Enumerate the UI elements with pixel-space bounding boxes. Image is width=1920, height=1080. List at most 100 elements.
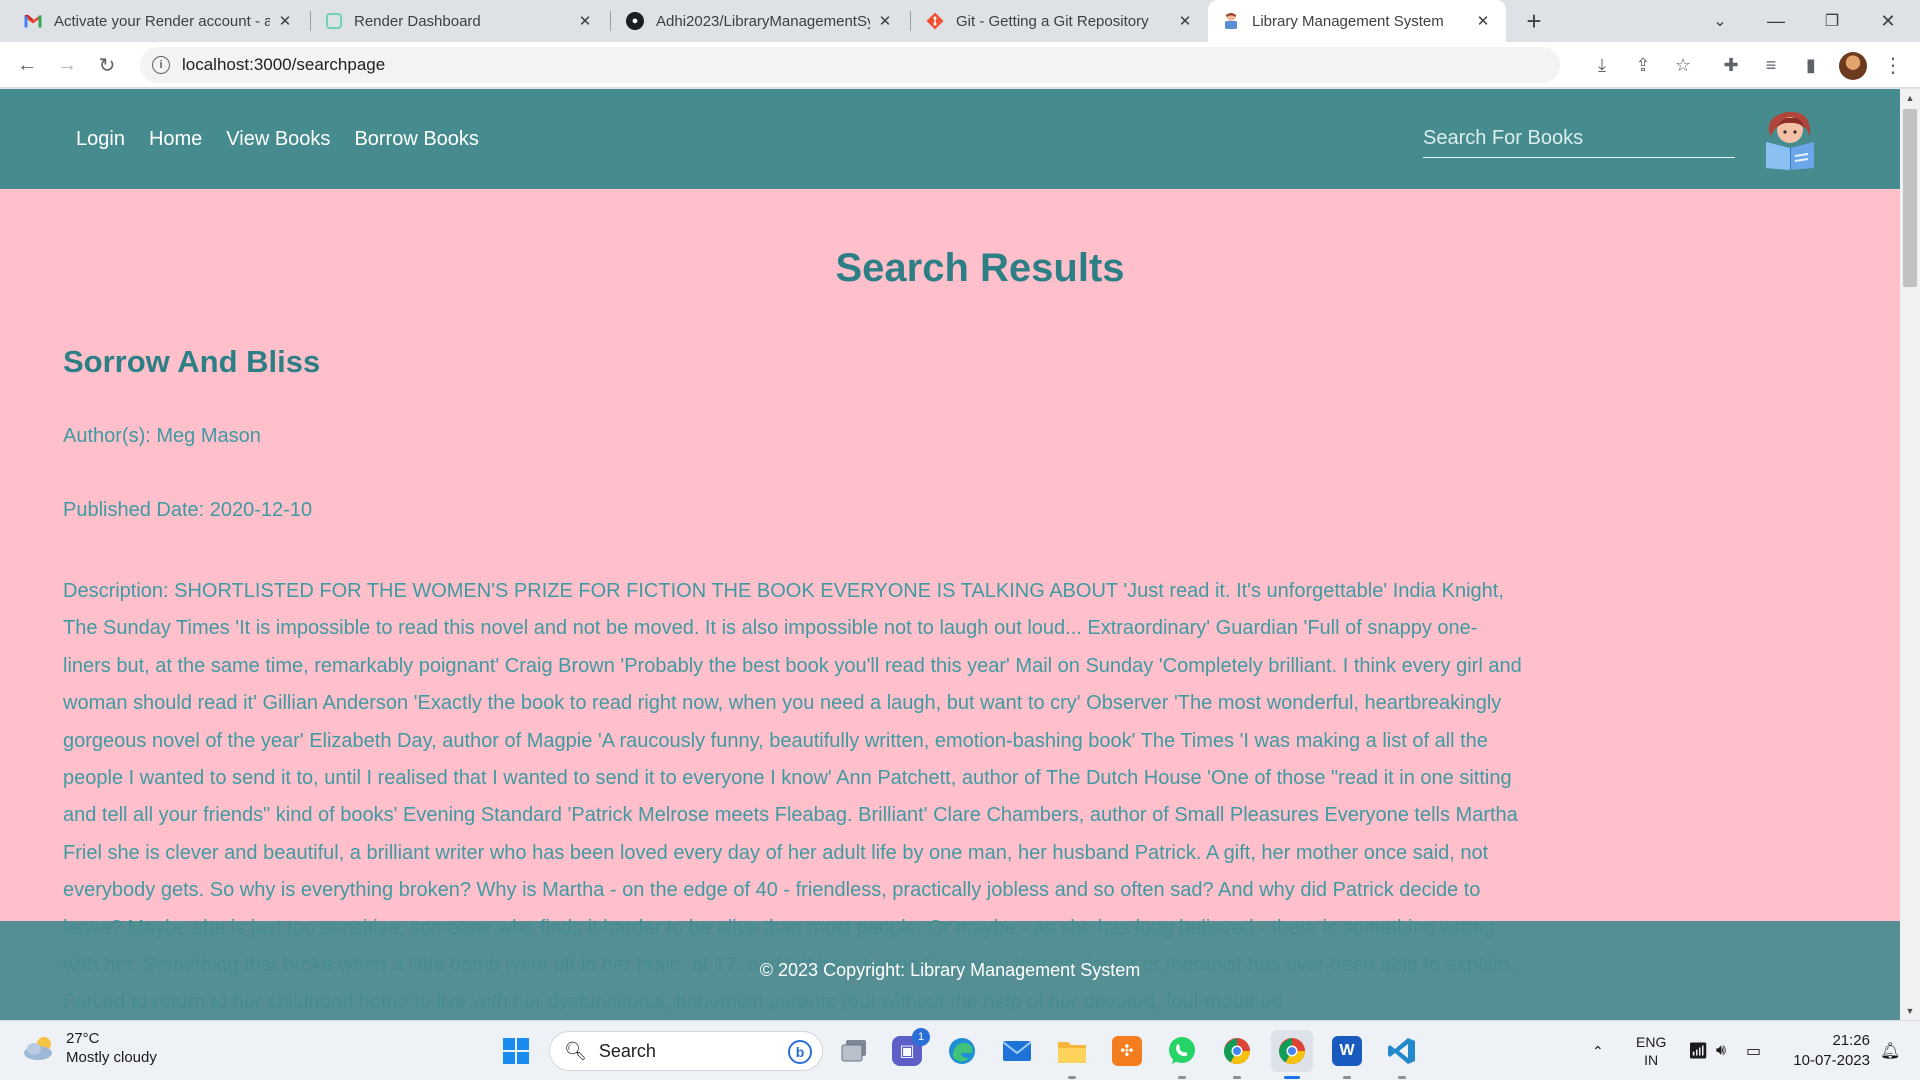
running-indicator bbox=[1233, 1076, 1241, 1079]
address-url: localhost:3000/searchpage bbox=[182, 55, 386, 74]
tab-separator bbox=[310, 11, 311, 31]
tab-gmail[interactable]: Activate your Render account - a ✕ bbox=[10, 0, 308, 42]
reload-icon[interactable]: ↻ bbox=[90, 48, 124, 82]
tab-render-dashboard[interactable]: Render Dashboard ✕ bbox=[312, 0, 608, 42]
nav-links: Login Home View Books Borrow Books bbox=[64, 89, 491, 189]
reader-logo-icon[interactable] bbox=[1760, 106, 1820, 170]
taskbar-search-label: Search bbox=[598, 1040, 656, 1061]
running-indicator bbox=[1343, 1076, 1351, 1079]
nav-borrow-books-link[interactable]: Borrow Books bbox=[354, 128, 479, 151]
back-arrow-icon[interactable]: ← bbox=[10, 48, 44, 82]
address-bar[interactable]: i localhost:3000/searchpage bbox=[140, 47, 1560, 83]
page-scrollbar[interactable]: ▲ ▼ bbox=[1900, 89, 1920, 1020]
tab-separator bbox=[910, 11, 911, 31]
tab-title: Library Management System bbox=[1252, 12, 1444, 30]
tab-title: Activate your Render account - a bbox=[54, 12, 270, 30]
whatsapp-icon[interactable] bbox=[1161, 1030, 1203, 1072]
clock-date: 10-07-2023 bbox=[1793, 1052, 1870, 1069]
running-indicator bbox=[1068, 1076, 1076, 1079]
wifi-icon[interactable]: 📶︎ bbox=[1688, 1021, 1708, 1080]
notifications-bell-icon[interactable]: 🔔︎ bbox=[1880, 1021, 1900, 1080]
book-published-date: Published Date: 2020-12-10 bbox=[63, 499, 313, 521]
new-tab-button[interactable]: + bbox=[1518, 5, 1550, 37]
browser-toolbar: ← → ↻ i localhost:3000/searchpage ⤓ ⇪ ☆ … bbox=[0, 42, 1920, 88]
mail-icon[interactable] bbox=[996, 1030, 1038, 1072]
weather-widget[interactable]: 27°C Mostly cloudy bbox=[22, 1029, 157, 1067]
scrollbar-thumb[interactable] bbox=[1903, 109, 1917, 287]
taskbar-search-box[interactable]: 🔍︎ Search b bbox=[549, 1031, 823, 1071]
search-icon: 🔍︎ bbox=[564, 1040, 587, 1061]
restore-icon[interactable]: ❐ bbox=[1804, 0, 1860, 42]
library-icon bbox=[1222, 12, 1240, 30]
close-icon[interactable]: ✕ bbox=[576, 12, 594, 30]
edge-browser-icon[interactable] bbox=[941, 1030, 983, 1072]
book-authors: Author(s): Meg Mason bbox=[63, 425, 261, 447]
scroll-down-icon[interactable]: ▼ bbox=[1905, 1006, 1915, 1016]
tab-git[interactable]: Git - Getting a Git Repository ✕ bbox=[912, 0, 1208, 42]
close-icon[interactable]: ✕ bbox=[1176, 12, 1194, 30]
render-icon bbox=[326, 13, 342, 29]
tab-title: Git - Getting a Git Repository bbox=[956, 12, 1149, 30]
nav-login-link[interactable]: Login bbox=[76, 128, 125, 151]
gmail-icon bbox=[24, 12, 42, 30]
start-windows-icon[interactable] bbox=[495, 1030, 537, 1072]
browser-tab-strip: Activate your Render account - a ✕ Rende… bbox=[0, 0, 1920, 42]
book-title: Sorrow And Bliss bbox=[63, 344, 321, 379]
site-navbar: Login Home View Books Borrow Books bbox=[0, 89, 1900, 189]
battery-icon[interactable]: ▭ bbox=[1746, 1021, 1761, 1080]
cloudy-weather-icon bbox=[24, 1037, 52, 1060]
teams-badge: 1 bbox=[912, 1028, 930, 1046]
tab-search-chevron-icon[interactable]: ⌄ bbox=[1692, 0, 1748, 42]
footer-copyright: © 2023 Copyright: Library Management Sys… bbox=[759, 960, 1141, 980]
close-icon[interactable]: ✕ bbox=[276, 12, 294, 30]
extensions-puzzle-icon[interactable]: ✚ bbox=[1716, 50, 1746, 80]
share-icon[interactable]: ⇪ bbox=[1628, 50, 1658, 80]
page-viewport: Login Home View Books Borrow Books Searc… bbox=[0, 89, 1900, 1020]
running-indicator bbox=[1178, 1076, 1186, 1079]
scroll-up-icon[interactable]: ▲ bbox=[1905, 93, 1915, 103]
github-icon: ● bbox=[626, 12, 644, 30]
teams-chat-icon[interactable]: ▣ 1 bbox=[886, 1028, 930, 1072]
side-panel-icon[interactable]: ▮ bbox=[1796, 50, 1826, 80]
tab-separator bbox=[610, 11, 611, 31]
tab-title: Render Dashboard bbox=[354, 12, 481, 30]
bing-icon[interactable]: b bbox=[788, 1040, 812, 1064]
file-explorer-icon[interactable] bbox=[1051, 1030, 1093, 1072]
close-icon[interactable]: ✕ bbox=[1474, 12, 1492, 30]
weather-description: Mostly cloudy bbox=[66, 1049, 157, 1066]
search-results-heading: Search Results bbox=[835, 246, 1125, 290]
word-icon[interactable]: W bbox=[1326, 1030, 1368, 1072]
task-view-icon[interactable] bbox=[833, 1030, 875, 1072]
language-code: ENG bbox=[1636, 1034, 1667, 1050]
active-indicator bbox=[1284, 1076, 1300, 1079]
profile-avatar[interactable] bbox=[1839, 52, 1867, 80]
minimize-icon[interactable]: — bbox=[1748, 0, 1804, 42]
forward-arrow-icon[interactable]: → bbox=[50, 48, 84, 82]
show-hidden-icons-chevron-icon[interactable]: ⌃ bbox=[1592, 1021, 1604, 1080]
tab-github[interactable]: ● Adhi2023/LibraryManagementSy ✕ bbox=[612, 0, 908, 42]
reading-list-icon[interactable]: ≡ bbox=[1756, 50, 1786, 80]
site-footer: © 2023 Copyright: Library Management Sys… bbox=[0, 921, 1900, 1020]
system-clock[interactable]: 21:26 10-07-2023 bbox=[1780, 1031, 1870, 1071]
clock-time: 21:26 bbox=[1832, 1032, 1870, 1049]
chrome-profile-icon[interactable] bbox=[1216, 1030, 1258, 1072]
window-close-icon[interactable]: ✕ bbox=[1860, 0, 1916, 42]
xampp-icon[interactable]: ✣ bbox=[1106, 1030, 1148, 1072]
nav-home-link[interactable]: Home bbox=[149, 128, 202, 151]
vscode-icon[interactable] bbox=[1381, 1030, 1423, 1072]
language-region: IN bbox=[1644, 1052, 1659, 1068]
weather-temperature: 27°C bbox=[66, 1030, 100, 1047]
search-books-input[interactable] bbox=[1423, 125, 1735, 158]
tab-title: Adhi2023/LibraryManagementSy bbox=[656, 12, 870, 30]
input-language-indicator[interactable]: ENG IN bbox=[1636, 1021, 1666, 1080]
volume-icon[interactable]: 🔊︎ bbox=[1716, 1021, 1726, 1080]
browser-menu-icon[interactable]: ⋮ bbox=[1878, 50, 1908, 80]
running-indicator bbox=[1398, 1076, 1406, 1079]
chrome-icon[interactable] bbox=[1271, 1030, 1313, 1072]
tab-library-management[interactable]: Library Management System ✕ bbox=[1208, 0, 1506, 42]
close-icon[interactable]: ✕ bbox=[876, 12, 894, 30]
install-app-icon[interactable]: ⤓ bbox=[1587, 50, 1617, 80]
nav-view-books-link[interactable]: View Books bbox=[226, 128, 330, 151]
site-info-icon[interactable]: i bbox=[152, 56, 170, 74]
bookmark-star-icon[interactable]: ☆ bbox=[1668, 50, 1698, 80]
